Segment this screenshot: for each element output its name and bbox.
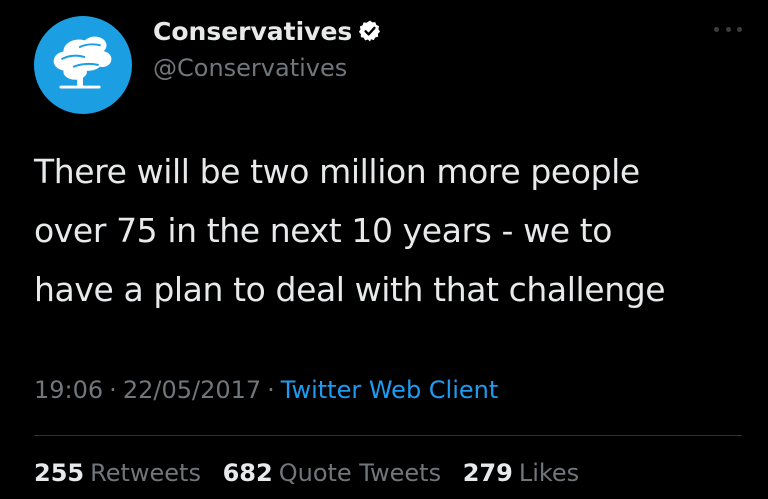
tweet-stats: 255 Retweets 682 Quote Tweets 279 Likes: [34, 455, 593, 491]
stat-count: 255: [34, 459, 85, 487]
meta-separator: ·: [267, 376, 275, 404]
account-name[interactable]: Conservatives: [153, 14, 382, 50]
stat-label: Quote Tweets: [278, 459, 442, 487]
tweet-date[interactable]: 22/05/2017: [123, 376, 261, 404]
likes-stat[interactable]: 279 Likes: [463, 455, 579, 491]
quote-tweets-stat[interactable]: 682 Quote Tweets: [223, 455, 441, 491]
tweet-text: There will be two million more people ov…: [34, 152, 666, 309]
stat-label: Likes: [518, 459, 580, 487]
account-name-text: Conservatives: [153, 17, 353, 46]
more-options-icon[interactable]: [714, 22, 742, 36]
verified-badge-icon: [358, 19, 382, 43]
more-dot: [725, 26, 731, 32]
stat-count: 682: [222, 459, 273, 487]
tree-logo-icon: [53, 36, 112, 89]
avatar[interactable]: [34, 16, 132, 114]
meta-separator: ·: [109, 376, 117, 404]
stat-label: Retweets: [90, 459, 201, 487]
stat-count: 279: [462, 459, 513, 487]
more-dot: [737, 26, 742, 32]
tweet-time[interactable]: 19:06: [34, 376, 103, 404]
account-handle[interactable]: @Conservatives: [153, 51, 347, 85]
divider: [34, 435, 742, 436]
tweet-meta: 19:06 · 22/05/2017 · Twitter Web Client: [34, 372, 498, 408]
retweets-stat[interactable]: 255 Retweets: [34, 455, 201, 491]
more-dot: [714, 26, 719, 32]
tweet-source-link[interactable]: Twitter Web Client: [281, 376, 499, 404]
